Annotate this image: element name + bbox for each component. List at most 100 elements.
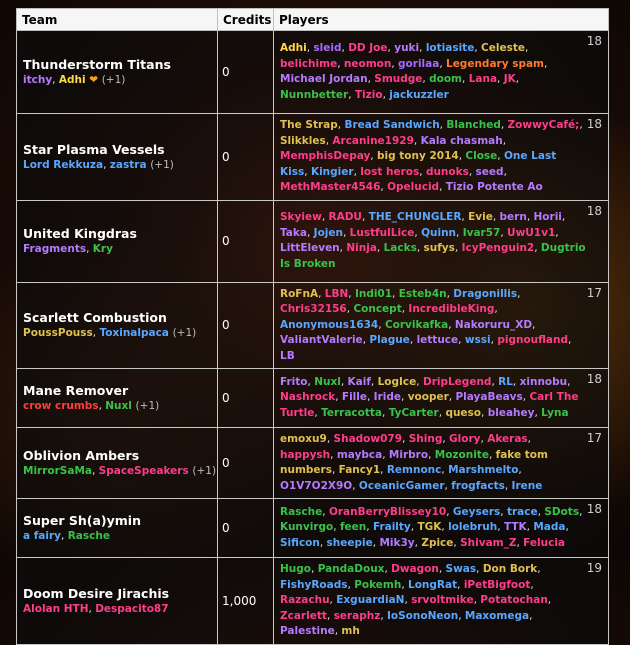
player-name[interactable]: frogfacts: [451, 480, 505, 492]
player-name[interactable]: Concept: [353, 303, 401, 315]
player-name[interactable]: emoxu9: [280, 433, 327, 445]
player-name[interactable]: Kala chasmah: [421, 135, 503, 147]
player-name[interactable]: Kingier: [311, 166, 354, 178]
player-name[interactable]: RL: [498, 376, 513, 388]
player-name[interactable]: iPetBigfoot: [464, 579, 531, 591]
player-name[interactable]: doom: [429, 73, 462, 85]
player-name[interactable]: LBN: [325, 288, 348, 300]
player-name[interactable]: Shadow079: [334, 433, 402, 445]
player-name[interactable]: Lyna: [541, 407, 568, 419]
player-name[interactable]: Evie: [468, 211, 493, 223]
player-name[interactable]: LustfulLice: [350, 227, 415, 239]
captain-name[interactable]: Adhi: [59, 74, 86, 86]
player-name[interactable]: xinnobu: [520, 376, 568, 388]
player-name[interactable]: sufys: [424, 242, 455, 254]
player-name[interactable]: lettuce: [417, 334, 459, 346]
player-name[interactable]: Dwagon: [391, 563, 439, 575]
player-name[interactable]: RADU: [329, 211, 362, 223]
player-name[interactable]: big tony 2014: [377, 150, 459, 162]
player-name[interactable]: bern: [500, 211, 527, 223]
captain-name[interactable]: itchy: [23, 74, 52, 86]
player-name[interactable]: PandaDoux: [318, 563, 385, 575]
player-name[interactable]: Mozonite: [435, 449, 489, 461]
player-name[interactable]: OranBerryBlissey10: [329, 506, 446, 518]
player-name[interactable]: Frito: [280, 376, 308, 388]
player-name[interactable]: UwU1v1: [507, 227, 555, 239]
player-name[interactable]: Smudge: [374, 73, 422, 85]
player-name[interactable]: Close: [465, 150, 497, 162]
player-name[interactable]: Geysers: [453, 506, 500, 518]
player-name[interactable]: PlayaBeavs: [455, 391, 522, 403]
player-name[interactable]: lolebruh: [448, 521, 497, 533]
player-name[interactable]: Zpice: [421, 537, 453, 549]
player-name[interactable]: trace: [507, 506, 538, 518]
player-name[interactable]: Dragonillis: [453, 288, 517, 300]
player-name[interactable]: Nashrock: [280, 391, 335, 403]
player-name[interactable]: seraphz: [334, 610, 381, 622]
player-name[interactable]: Don Bork: [483, 563, 537, 575]
player-name[interactable]: jackuzzler: [389, 89, 449, 101]
player-name[interactable]: Mik3y: [379, 537, 414, 549]
player-name[interactable]: Ivar57: [463, 227, 501, 239]
captain-name[interactable]: Toxinalpaca: [99, 327, 168, 339]
player-name[interactable]: Slikkles: [280, 135, 326, 147]
captain-name[interactable]: Rasche: [68, 530, 110, 542]
player-name[interactable]: wssi: [465, 334, 491, 346]
player-name[interactable]: Kaif: [348, 376, 371, 388]
player-name[interactable]: Mirbro: [389, 449, 428, 461]
player-name[interactable]: Arcanine1929: [332, 135, 414, 147]
player-name[interactable]: Lacks: [384, 242, 417, 254]
player-name[interactable]: Jojen: [314, 227, 343, 239]
player-name[interactable]: SDots: [544, 506, 579, 518]
player-name[interactable]: Iride: [374, 391, 401, 403]
player-name[interactable]: Nuxl: [314, 376, 341, 388]
player-name[interactable]: Tizio: [355, 89, 383, 101]
player-name[interactable]: Taka: [280, 227, 307, 239]
player-name[interactable]: IcyPenguin2: [462, 242, 535, 254]
player-name[interactable]: Legendary spam: [446, 58, 544, 70]
player-name[interactable]: TTK: [504, 521, 527, 533]
player-name[interactable]: seed: [476, 166, 504, 178]
player-name[interactable]: maybca: [337, 449, 382, 461]
player-name[interactable]: Indi01: [355, 288, 392, 300]
player-name[interactable]: Skyiew: [280, 211, 322, 223]
player-name[interactable]: queso: [445, 407, 481, 419]
player-name[interactable]: Esteb4n: [399, 288, 447, 300]
player-name[interactable]: JK: [504, 73, 516, 85]
player-name[interactable]: Razachu: [280, 594, 330, 606]
captain-name[interactable]: Lord Rekkuza: [23, 159, 103, 171]
player-name[interactable]: Mada: [533, 521, 565, 533]
player-name[interactable]: srvoltmike: [411, 594, 473, 606]
player-name[interactable]: Frailty: [373, 521, 411, 533]
player-name[interactable]: Corvikafka: [385, 319, 448, 331]
player-name[interactable]: Quinn: [421, 227, 456, 239]
player-name[interactable]: lost heros: [360, 166, 419, 178]
player-name[interactable]: LogIce: [378, 376, 417, 388]
player-name[interactable]: pignoufland: [497, 334, 568, 346]
player-name[interactable]: IncredibleKing: [408, 303, 494, 315]
player-name[interactable]: Michael Jordan: [280, 73, 368, 85]
captain-name[interactable]: PoussPouss: [23, 327, 93, 339]
player-name[interactable]: yuki: [394, 42, 419, 54]
player-name[interactable]: Nunnbetter: [280, 89, 348, 101]
player-name[interactable]: Hugo: [280, 563, 311, 575]
captain-name[interactable]: a fairy: [23, 530, 61, 542]
player-name[interactable]: Potatochan: [480, 594, 548, 606]
player-name[interactable]: Felucia: [523, 537, 565, 549]
player-name[interactable]: Lana: [469, 73, 497, 85]
player-name[interactable]: Maxomega: [465, 610, 529, 622]
player-name[interactable]: ExguardiaN: [336, 594, 404, 606]
player-name[interactable]: OceanicGamer: [359, 480, 445, 492]
captain-name[interactable]: Kry: [93, 243, 113, 255]
player-name[interactable]: mh: [341, 625, 359, 637]
player-name[interactable]: TGK: [417, 521, 441, 533]
captain-name[interactable]: Alolan HTH: [23, 603, 89, 615]
player-name[interactable]: Adhi: [280, 42, 307, 54]
player-name[interactable]: Blanched: [446, 119, 501, 131]
player-name[interactable]: Plague: [369, 334, 410, 346]
player-name[interactable]: Pokemh: [354, 579, 401, 591]
player-name[interactable]: ValiantValerie: [280, 334, 363, 346]
player-name[interactable]: Sificon: [280, 537, 320, 549]
captain-name[interactable]: SpaceSpeakers: [99, 465, 189, 477]
player-name[interactable]: Shing: [409, 433, 443, 445]
